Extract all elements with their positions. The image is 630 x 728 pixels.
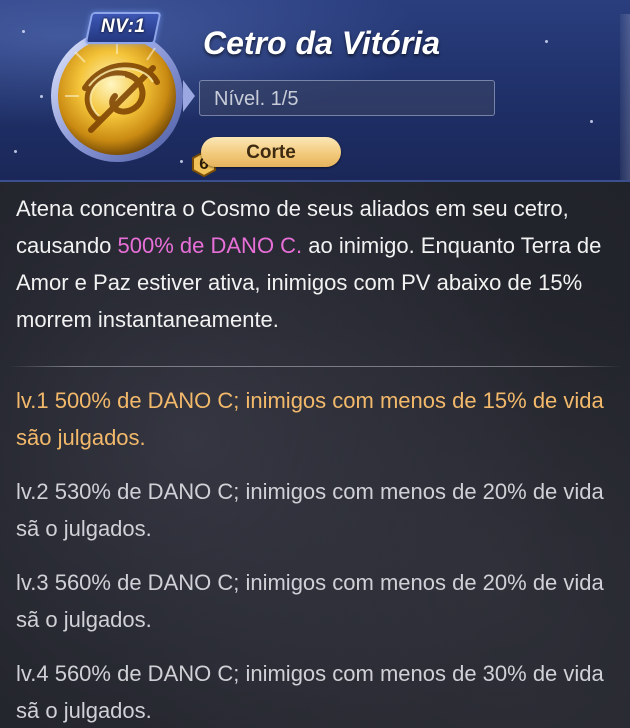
header-rim (620, 14, 630, 180)
star-decoration (545, 40, 548, 43)
level-entry-current: lv.1 500% de DANO C; inimigos com menos … (16, 388, 604, 450)
skill-description-section: Atena concentra o Cosmo de seus aliados … (16, 190, 616, 338)
section-divider (8, 366, 622, 367)
level-entry: lv.2 530% de DANO C; inimigos com menos … (16, 479, 604, 541)
nv-badge-label: NV:1 (100, 16, 146, 37)
skill-level-field: Nível. 1/5 (199, 80, 495, 116)
skill-type-tag: Corte (201, 137, 341, 167)
skill-level-text: Nível. 1/5 (214, 88, 299, 110)
star-decoration (22, 30, 25, 33)
star-decoration (14, 150, 17, 153)
nv-badge: NV:1 (84, 12, 162, 44)
damage-highlight: 500% de DANO C. (117, 233, 303, 258)
star-decoration (590, 120, 593, 123)
skill-title: Cetro da Vitória (203, 25, 441, 61)
skill-header: 6 NV:1 Cetro da Vitória Nível. 1/5 Corte (0, 0, 630, 182)
level-entry: lv.4 560% de DANO C; inimigos com menos … (16, 661, 604, 723)
skill-type-label: Corte (246, 142, 296, 163)
skill-description: Atena concentra o Cosmo de seus aliados … (16, 190, 616, 338)
skill-detail-panel: 6 NV:1 Cetro da Vitória Nível. 1/5 Corte… (0, 0, 630, 728)
star-decoration (40, 95, 43, 98)
level-list: lv.1 500% de DANO C; inimigos com menos … (16, 382, 616, 728)
level-entry: lv.3 560% de DANO C; inimigos com menos … (16, 570, 604, 632)
